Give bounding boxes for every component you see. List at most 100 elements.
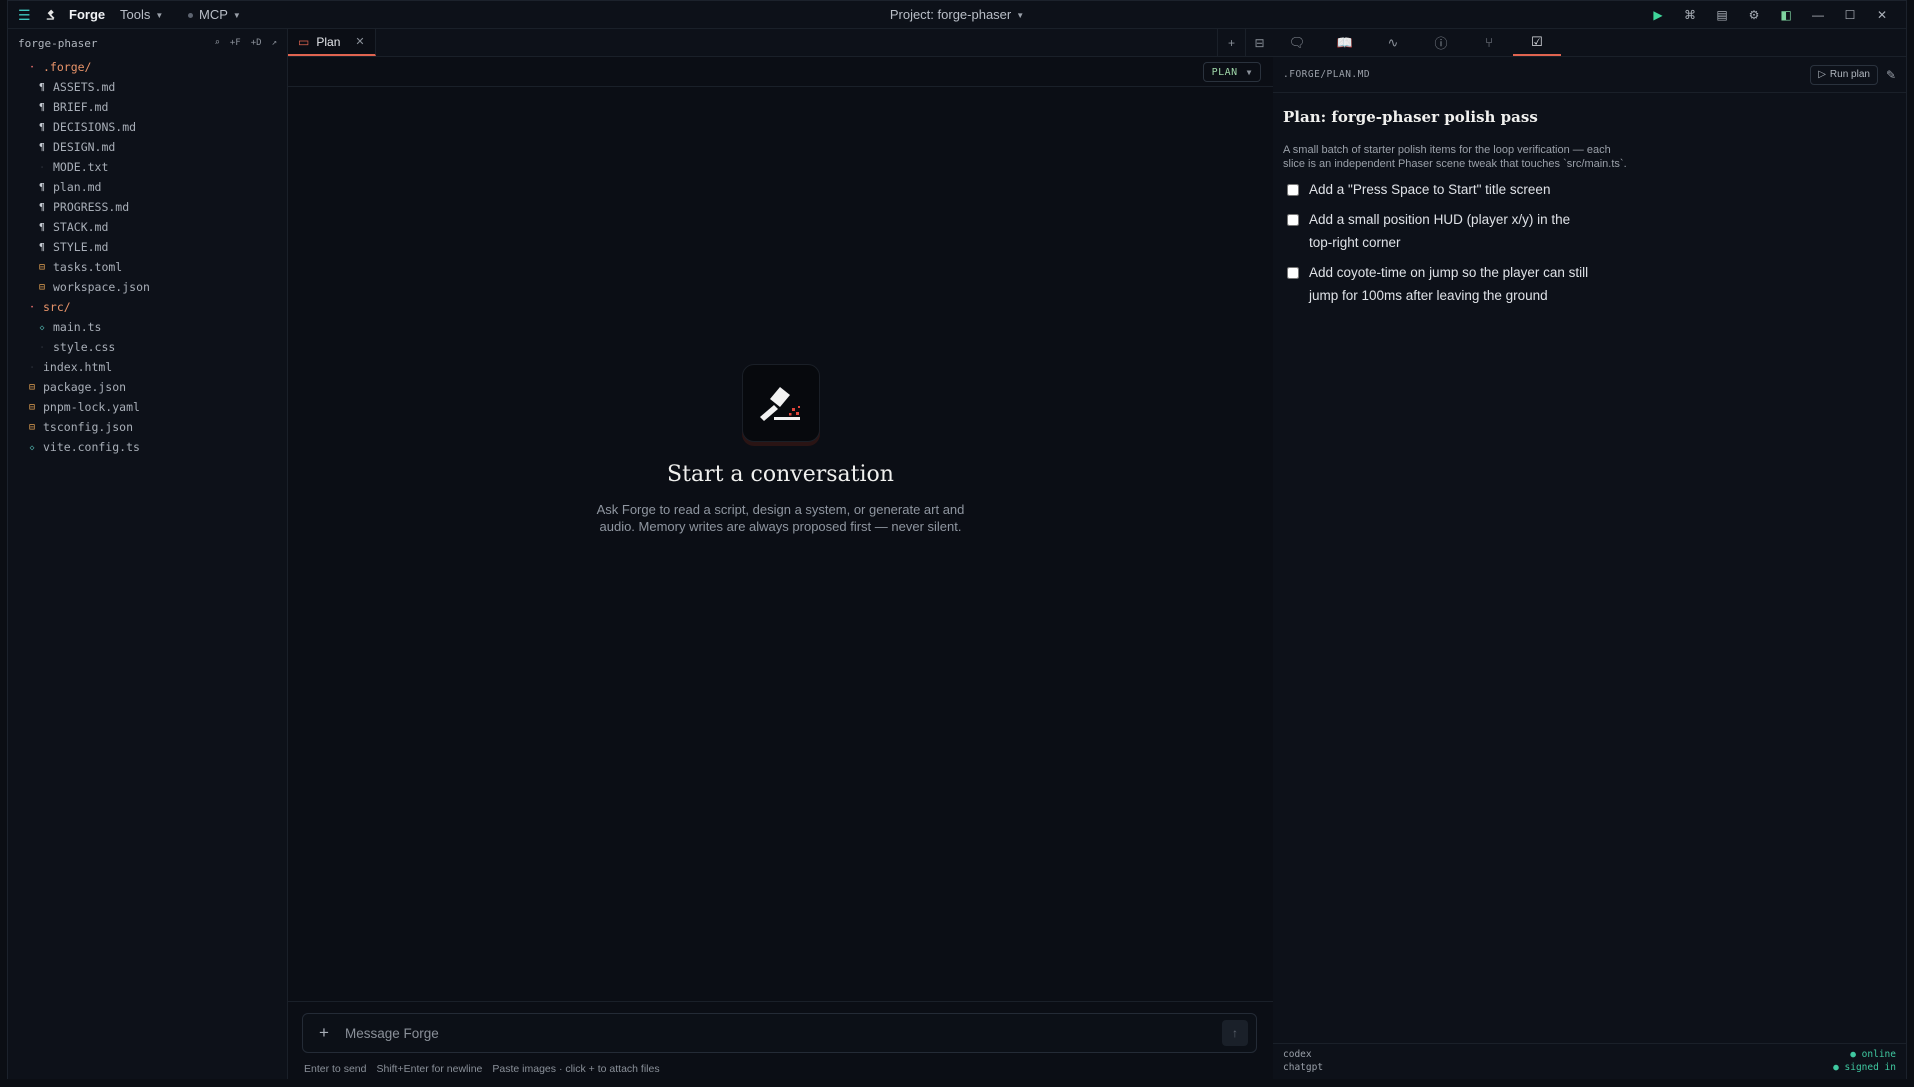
info-icon[interactable]: ⓘ bbox=[1417, 29, 1465, 56]
tree-item-label: BRIEF.md bbox=[53, 100, 109, 114]
hamburger-menu-icon[interactable]: ☰ bbox=[18, 7, 31, 24]
close-tab-icon[interactable]: ✕ bbox=[355, 35, 364, 48]
tree-file[interactable]: · MODE.txt bbox=[8, 157, 287, 177]
right-panel-tabs: 🗨 📖 ∿ ⓘ ⑂ ☑ bbox=[1273, 29, 1906, 57]
new-file-button[interactable]: +F bbox=[230, 38, 241, 48]
tree-file[interactable]: ¶ STACK.md bbox=[8, 217, 287, 237]
tree-file[interactable]: ⊟ tsconfig.json bbox=[8, 417, 287, 437]
tree-file[interactable]: ¶ DESIGN.md bbox=[8, 137, 287, 157]
composer-hints: Enter to send Shift+Enter for newline Pa… bbox=[304, 1063, 660, 1075]
chat-icon[interactable]: 🗨 bbox=[1273, 29, 1321, 56]
checklist-icon[interactable]: ☑ bbox=[1513, 29, 1561, 56]
run-plan-button[interactable]: ▷ Run plan bbox=[1810, 64, 1878, 85]
play-icon[interactable]: ▶ bbox=[1642, 5, 1674, 25]
task-label: Add a small position HUD (player x/y) in… bbox=[1309, 212, 1571, 250]
tools-menu[interactable]: Tools ▼ bbox=[120, 7, 163, 22]
folder-icon: • bbox=[30, 303, 34, 311]
forge-logo-icon bbox=[741, 364, 820, 442]
empty-state: Start a conversation Ask Forge to read a… bbox=[288, 364, 1273, 535]
task-label: Add coyote-time on jump so the player ca… bbox=[1309, 265, 1589, 303]
provider-status-badge: ● signed in bbox=[1833, 1062, 1896, 1073]
md-file-icon: ¶ bbox=[38, 81, 46, 93]
tree-file[interactable]: · style.css bbox=[8, 337, 287, 357]
list-icon[interactable]: ▤ bbox=[1706, 5, 1738, 25]
task-checkbox[interactable] bbox=[1287, 214, 1299, 226]
plan-description-line: A small batch of starter polish items fo… bbox=[1283, 144, 1611, 156]
file-explorer: forge-phaser ⌕ +F +D ↗ • .forge/ ¶ ASSETS.m… bbox=[8, 29, 288, 1079]
plan-file-path: .FORGE/PLAN.MD bbox=[1283, 69, 1371, 80]
tab-plan[interactable]: ▭ Plan ✕ bbox=[288, 29, 376, 56]
provider-status: codex ● online chatgpt ● signed in bbox=[1273, 1043, 1906, 1079]
tree-item-label: tsconfig.json bbox=[43, 420, 134, 434]
tree-file[interactable]: ¶ plan.md bbox=[8, 177, 287, 197]
tree-file[interactable]: ¶ PROGRESS.md bbox=[8, 197, 287, 217]
tree-file[interactable]: ¶ ASSETS.md bbox=[8, 77, 287, 97]
attach-plus-icon[interactable]: + bbox=[303, 1023, 345, 1043]
new-folder-button[interactable]: +D bbox=[251, 38, 262, 48]
git-branch-icon[interactable]: ⑂ bbox=[1465, 29, 1513, 56]
chevron-down-icon: ▼ bbox=[232, 11, 241, 21]
tree-file[interactable]: ¶ DECISIONS.md bbox=[8, 117, 287, 137]
tree-file[interactable]: ⊟ pnpm-lock.yaml bbox=[8, 397, 287, 417]
plan-task[interactable]: Add a small position HUD (player x/y) in… bbox=[1283, 211, 1896, 254]
md-file-icon: ¶ bbox=[38, 221, 46, 233]
hint-attach: Paste images · click + to attach files bbox=[492, 1063, 660, 1075]
tree-file[interactable]: ◇ main.ts bbox=[8, 317, 287, 337]
minimize-icon[interactable]: — bbox=[1802, 5, 1834, 25]
md-file-icon: ¶ bbox=[38, 181, 46, 193]
tree-item-label: MODE.txt bbox=[53, 160, 109, 174]
project-selector[interactable]: Project: forge-phaser ▼ bbox=[890, 7, 1024, 22]
tree-file[interactable]: ◇ vite.config.ts bbox=[8, 437, 287, 457]
html-file-icon: · bbox=[30, 363, 34, 371]
tree-item-label: vite.config.ts bbox=[43, 440, 140, 454]
panel-layout-icon[interactable]: ◧ bbox=[1770, 5, 1802, 25]
md-file-icon: ¶ bbox=[38, 201, 46, 213]
collapse-icon[interactable]: ↗ bbox=[272, 38, 277, 48]
toml-file-icon: ⊟ bbox=[28, 401, 36, 413]
tree-item-label: DESIGN.md bbox=[53, 140, 116, 154]
tree-item-label: ASSETS.md bbox=[53, 80, 116, 94]
plan-task[interactable]: Add a "Press Space to Start" title scree… bbox=[1283, 181, 1896, 201]
split-view-icon[interactable]: ⊟ bbox=[1245, 29, 1273, 56]
plan-task[interactable]: Add coyote-time on jump so the player ca… bbox=[1283, 264, 1896, 307]
tree-file[interactable]: ⊟ tasks.toml bbox=[8, 257, 287, 277]
forge-logo-icon bbox=[46, 9, 55, 20]
settings-icon[interactable]: ⚙ bbox=[1738, 5, 1770, 25]
edit-pencil-icon[interactable]: ✎ bbox=[1886, 68, 1896, 82]
chat-bubble-icon: ▭ bbox=[298, 34, 310, 49]
activity-icon[interactable]: ∿ bbox=[1369, 29, 1417, 56]
message-input[interactable] bbox=[345, 1025, 1222, 1041]
send-arrow-icon[interactable]: ↑ bbox=[1222, 1020, 1248, 1046]
editor-tabbar: ▭ Plan ✕ + ⊟ bbox=[288, 29, 1273, 57]
file-tree: • .forge/ ¶ ASSETS.md ¶ BRIEF.md ¶ DECISIONS.md… bbox=[8, 57, 287, 457]
mcp-menu[interactable]: MCP ▼ bbox=[188, 7, 241, 22]
search-files-icon[interactable]: ⌕ bbox=[214, 38, 219, 48]
close-icon[interactable]: ✕ bbox=[1866, 5, 1898, 25]
tree-file[interactable]: ⊟ package.json bbox=[8, 377, 287, 397]
tree-file[interactable]: · index.html bbox=[8, 357, 287, 377]
tree-item-label: STACK.md bbox=[53, 220, 109, 234]
plan-title: Plan: forge-phaser polish pass bbox=[1283, 108, 1538, 126]
command-icon[interactable]: ⌘ bbox=[1674, 5, 1706, 25]
new-tab-icon[interactable]: + bbox=[1217, 29, 1245, 56]
tree-item-label: plan.md bbox=[53, 180, 102, 194]
tree-folder[interactable]: • src/ bbox=[8, 297, 287, 317]
provider-row: chatgpt ● signed in bbox=[1283, 1061, 1896, 1074]
task-checkbox[interactable] bbox=[1287, 267, 1299, 279]
tree-file[interactable]: ¶ BRIEF.md bbox=[8, 97, 287, 117]
hint-enter: Enter to send bbox=[304, 1063, 367, 1075]
hint-newline: Shift+Enter for newline bbox=[376, 1063, 483, 1075]
mode-selector[interactable]: PLAN ▼ bbox=[1202, 62, 1261, 82]
tree-item-label: main.ts bbox=[53, 320, 102, 334]
maximize-icon[interactable]: ☐ bbox=[1834, 5, 1866, 25]
tree-folder[interactable]: • .forge/ bbox=[8, 57, 287, 77]
task-checkbox[interactable] bbox=[1287, 184, 1299, 196]
tree-file[interactable]: ⊟ workspace.json bbox=[8, 277, 287, 297]
tree-item-label: DECISIONS.md bbox=[53, 120, 137, 134]
tree-file[interactable]: ¶ STYLE.md bbox=[8, 237, 287, 257]
book-icon[interactable]: 📖 bbox=[1321, 29, 1369, 56]
workspace-name: forge-phaser bbox=[18, 36, 98, 50]
tree-item-label: workspace.json bbox=[53, 280, 150, 294]
tree-item-label: package.json bbox=[43, 380, 127, 394]
ts-file-icon: ◇ bbox=[29, 442, 35, 452]
